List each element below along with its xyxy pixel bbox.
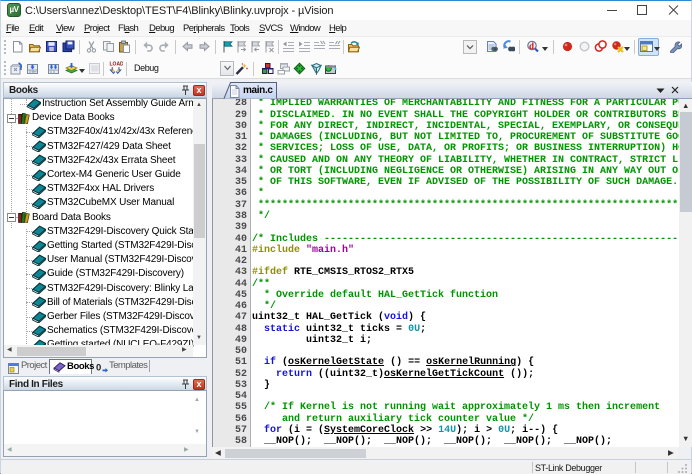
svg-text:0: 0 <box>96 363 101 374</box>
svg-text:LOAD: LOAD <box>110 62 124 68</box>
svg-text:d: d <box>529 41 534 51</box>
